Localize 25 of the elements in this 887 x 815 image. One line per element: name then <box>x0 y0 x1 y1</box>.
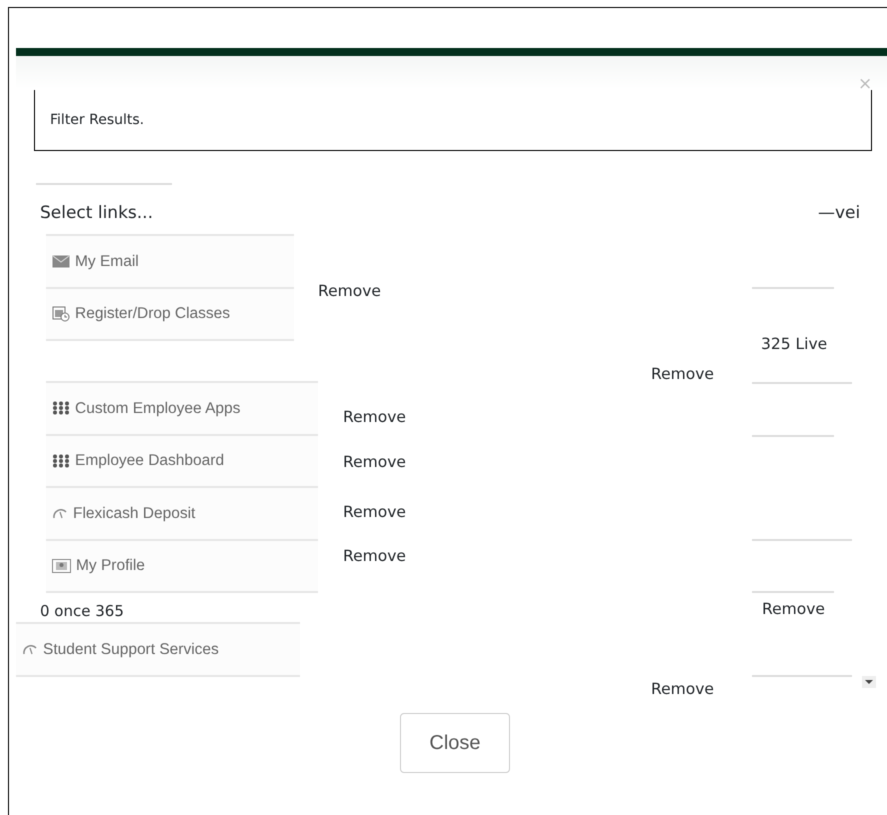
filter-box[interactable]: Filter Results. <box>34 90 872 151</box>
gauge-icon <box>52 507 68 520</box>
remove-link[interactable]: Remove <box>343 453 406 472</box>
remove-link[interactable]: Remove <box>651 680 714 699</box>
grid-icon <box>52 401 70 416</box>
section-heading: Select links... <box>40 202 153 225</box>
remove-link[interactable]: Remove <box>651 365 714 384</box>
remove-link[interactable]: Remove <box>343 408 406 427</box>
filter-placeholder: Filter Results. <box>50 110 144 130</box>
link-item[interactable]: Employee Dashboard <box>46 436 318 488</box>
remove-link[interactable]: Remove <box>318 282 381 301</box>
link-item[interactable]: Register/Drop Classes <box>46 288 294 341</box>
grid-icon <box>52 454 70 468</box>
envelope-icon <box>52 254 70 268</box>
gauge-icon <box>22 643 38 656</box>
remove-link[interactable]: Remove <box>343 503 406 522</box>
close-button[interactable]: Close <box>400 713 510 773</box>
remove-link[interactable]: Remove <box>762 600 825 619</box>
remove-link[interactable]: Remove <box>343 547 406 566</box>
id-card-icon <box>52 558 71 573</box>
calendar-icon <box>52 305 70 322</box>
note-text: 325 Live <box>761 335 828 354</box>
cut-text: —vei <box>818 202 860 225</box>
list-text: 0 once 365 <box>40 601 124 622</box>
link-item[interactable]: My Profile <box>46 540 318 593</box>
